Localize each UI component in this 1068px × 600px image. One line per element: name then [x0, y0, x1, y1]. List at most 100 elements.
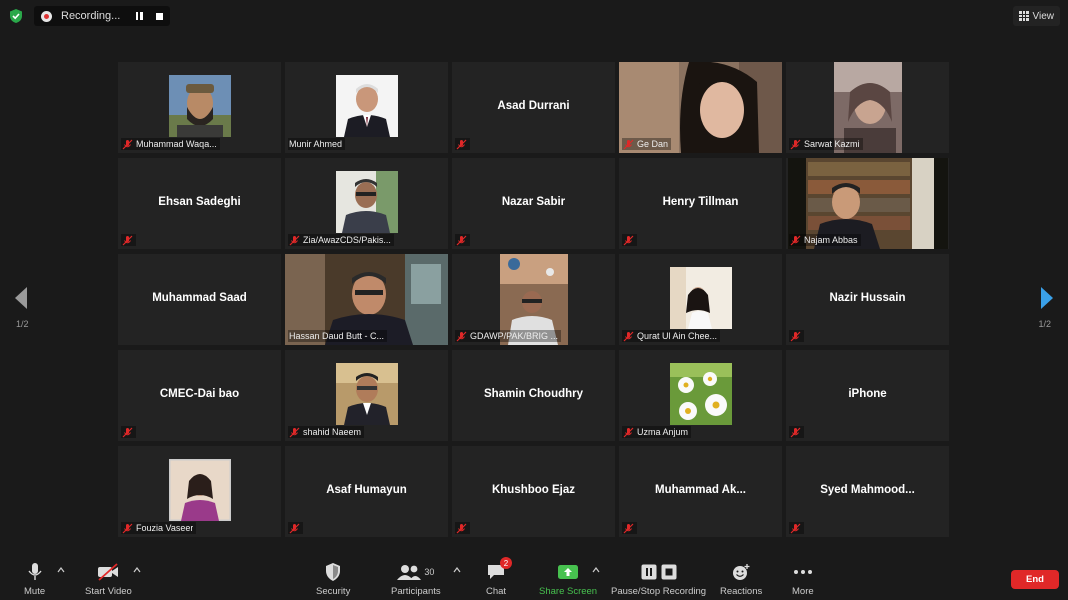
participant-name: Nazir Hussain [829, 292, 906, 304]
mute-button[interactable]: Mute [24, 561, 45, 597]
muted-mic-icon [790, 331, 801, 341]
participant-name-label: Uzma Anjum [622, 426, 692, 438]
muted-mic-icon [122, 235, 133, 245]
stop-recording-icon[interactable] [156, 12, 163, 20]
microphone-icon [28, 563, 42, 580]
share-options-caret-icon[interactable] [592, 567, 600, 573]
muted-mic-icon [790, 139, 801, 149]
video-options-caret-icon[interactable] [133, 567, 141, 573]
participant-tile[interactable]: Muhammad Ak... [619, 446, 782, 537]
participant-tile[interactable]: Uzma Anjum [619, 350, 782, 441]
participant-tile[interactable]: CMEC-Dai bao [118, 350, 281, 441]
participant-tile[interactable]: Muhammad Saad [118, 254, 281, 345]
participant-tile[interactable]: Ehsan Sadeghi [118, 158, 281, 249]
participant-tile[interactable]: Zia/AwazCDS/Pakis... [285, 158, 448, 249]
participant-tile[interactable]: Shamin Choudhry [452, 350, 615, 441]
start-video-button[interactable]: Start Video [85, 561, 132, 597]
muted-mic-icon [456, 331, 467, 341]
record-dot-icon [41, 10, 52, 22]
participants-options-caret-icon[interactable] [453, 567, 461, 573]
participant-name: iPhone [848, 388, 887, 400]
pause-icon [641, 564, 657, 580]
pause-stop-recording-button[interactable]: Pause/Stop Recording [611, 561, 706, 597]
chat-button[interactable]: 2 Chat [486, 557, 513, 597]
participant-tile[interactable]: iPhone [786, 350, 949, 441]
participant-name: Shamin Choudhry [483, 388, 584, 400]
reactions-button[interactable]: Reactions [720, 561, 762, 597]
shield-icon[interactable] [8, 8, 24, 24]
active-speaker-tile[interactable]: Hassan Daud Butt - C... [285, 254, 448, 345]
grid-view-icon [1019, 11, 1029, 21]
participant-tile[interactable]: Fouzia Vaseer [118, 446, 281, 537]
muted-mic-icon [623, 235, 634, 245]
participant-tile[interactable]: Najam Abbas [786, 158, 949, 249]
muted-mic-icon [456, 235, 467, 245]
participant-tile[interactable]: Muhammad Waqa... [118, 62, 281, 153]
more-button[interactable]: More [792, 561, 814, 597]
participant-avatar [335, 75, 398, 137]
participant-tile[interactable]: Sarwat Kazmi [786, 62, 949, 153]
participant-tile[interactable]: GDAWP/PAK/BRIG ... [452, 254, 615, 345]
participant-name-label [622, 522, 637, 534]
participant-name-label [455, 234, 470, 246]
participant-avatar [669, 267, 732, 329]
pause-recording-icon[interactable] [134, 11, 144, 21]
participant-tile[interactable]: Asad Durrani [452, 62, 615, 153]
participant-name-label: Fouzia Vaseer [121, 522, 197, 534]
muted-mic-icon [289, 523, 300, 533]
muted-mic-icon [456, 523, 467, 533]
muted-mic-icon [623, 523, 634, 533]
muted-mic-icon [623, 427, 634, 437]
participant-name-label: Muhammad Waqa... [121, 138, 220, 150]
participant-tile[interactable]: Asaf Humayun [285, 446, 448, 537]
muted-mic-icon [790, 523, 801, 533]
chat-unread-badge: 2 [500, 557, 513, 569]
participant-name: Henry Tillman [662, 196, 739, 208]
muted-mic-icon [623, 331, 634, 341]
participant-name-label [455, 138, 470, 150]
participant-tile[interactable]: Syed Mahmood... [786, 446, 949, 537]
participant-name: Ehsan Sadeghi [158, 196, 241, 208]
participant-tile[interactable]: Henry Tillman [619, 158, 782, 249]
page-indicator-right: 1/2 [1038, 319, 1051, 329]
audio-options-caret-icon[interactable] [57, 567, 65, 573]
previous-page-arrow-icon[interactable] [14, 286, 28, 310]
share-screen-button[interactable]: Share Screen [539, 561, 597, 597]
participant-name-label: Hassan Daud Butt - C... [288, 330, 388, 342]
participant-name: Khushboo Ejaz [491, 484, 576, 496]
participant-name-label: Zia/AwazCDS/Pakis... [288, 234, 394, 246]
participant-tile[interactable]: Khushboo Ejaz [452, 446, 615, 537]
participant-name-label [622, 234, 637, 246]
view-button[interactable]: View [1013, 6, 1060, 26]
participant-name-label [121, 426, 136, 438]
next-page-arrow-icon[interactable] [1040, 286, 1054, 310]
participant-name-label: Najam Abbas [789, 234, 861, 246]
participants-button[interactable]: 30 Participants [391, 561, 441, 597]
page-indicator-left: 1/2 [16, 319, 29, 329]
participant-name-label [789, 426, 804, 438]
participant-name-label [288, 522, 303, 534]
security-button[interactable]: Security [316, 561, 350, 597]
muted-mic-icon [790, 235, 801, 245]
participant-name: Asad Durrani [497, 100, 570, 112]
recording-label: Recording... [61, 10, 121, 22]
end-meeting-button[interactable]: End [1011, 570, 1059, 589]
muted-mic-icon [122, 523, 133, 533]
participant-avatar [168, 75, 231, 137]
participant-tile[interactable]: Nazir Hussain [786, 254, 949, 345]
muted-mic-icon [289, 235, 300, 245]
participant-name-label: Sarwat Kazmi [789, 138, 863, 150]
participant-tile[interactable]: shahid Naeem [285, 350, 448, 441]
participant-name-label [121, 234, 136, 246]
share-screen-icon [558, 565, 579, 579]
participant-name: Syed Mahmood... [820, 484, 915, 496]
participant-name-label: GDAWP/PAK/BRIG ... [455, 330, 562, 342]
participant-tile[interactable]: Ge Dan [619, 62, 782, 153]
participant-tile[interactable]: Nazar Sabir [452, 158, 615, 249]
participant-tile[interactable]: Munir Ahmed [285, 62, 448, 153]
more-dots-icon [793, 570, 812, 574]
participant-name-label: Qurat Ul Ain Chee... [622, 330, 721, 342]
participant-tile[interactable]: Qurat Ul Ain Chee... [619, 254, 782, 345]
participant-avatar [335, 171, 398, 233]
muted-mic-icon [456, 139, 467, 149]
